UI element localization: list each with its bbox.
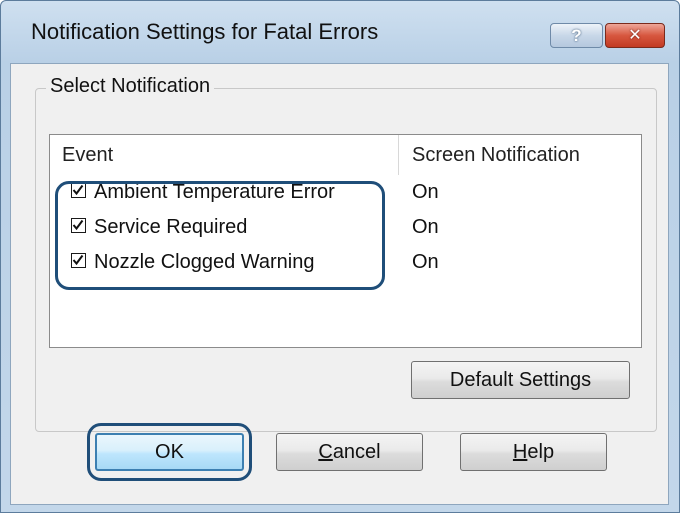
dialog-window: Notification Settings for Fatal Errors ?… [0, 0, 680, 513]
cancel-mnemonic: C [318, 441, 333, 463]
list-item-service-required[interactable]: Service Required On [50, 210, 641, 245]
help-title-button[interactable]: ? [550, 23, 603, 48]
list-item-nozzle-clogged-warning[interactable]: Nozzle Clogged Warning On [50, 245, 641, 280]
column-header-event[interactable]: Event [62, 135, 113, 175]
list-body: Ambient Temperature Error On Service Req… [50, 175, 641, 280]
checkmark-icon [72, 184, 84, 196]
checkbox-ambient-temperature-error[interactable] [71, 183, 86, 198]
help-label-rest: elp [527, 441, 555, 463]
question-mark-icon: ? [571, 26, 582, 45]
event-label: Service Required [94, 216, 248, 238]
cancel-label-rest: ancel [332, 441, 381, 463]
checkmark-icon [72, 219, 84, 231]
close-button[interactable]: ✕ [605, 23, 665, 48]
screen-notification-value: On [412, 251, 439, 273]
event-label: Ambient Temperature Error [94, 181, 335, 203]
help-mnemonic: H [512, 441, 528, 463]
checkbox-service-required[interactable] [71, 218, 86, 233]
checkbox-nozzle-clogged-warning[interactable] [71, 253, 86, 268]
close-icon: ✕ [628, 27, 642, 44]
dialog-client-area: Select Notification Event Screen Notific… [10, 63, 669, 505]
column-divider[interactable] [398, 135, 399, 175]
help-button[interactable]: Help [460, 433, 607, 471]
cancel-button[interactable]: Cancel [276, 433, 423, 471]
group-title: Select Notification [46, 75, 215, 98]
default-settings-button[interactable]: Default Settings [411, 361, 630, 399]
screen-notification-value: On [412, 181, 439, 203]
column-header-screen-notification[interactable]: Screen Notification [412, 135, 580, 175]
list-header: Event Screen Notification [50, 135, 641, 175]
event-list[interactable]: Event Screen Notification Ambient Temper… [49, 134, 642, 348]
select-notification-group: Select Notification Event Screen Notific… [35, 75, 657, 432]
title-bar[interactable]: Notification Settings for Fatal Errors ?… [1, 1, 679, 63]
screen-notification-value: On [412, 216, 439, 238]
ok-button[interactable]: OK [95, 433, 244, 471]
checkmark-icon [72, 254, 84, 266]
event-label: Nozzle Clogged Warning [94, 251, 315, 273]
window-title: Notification Settings for Fatal Errors [31, 19, 379, 44]
list-item-ambient-temperature-error[interactable]: Ambient Temperature Error On [50, 175, 641, 210]
